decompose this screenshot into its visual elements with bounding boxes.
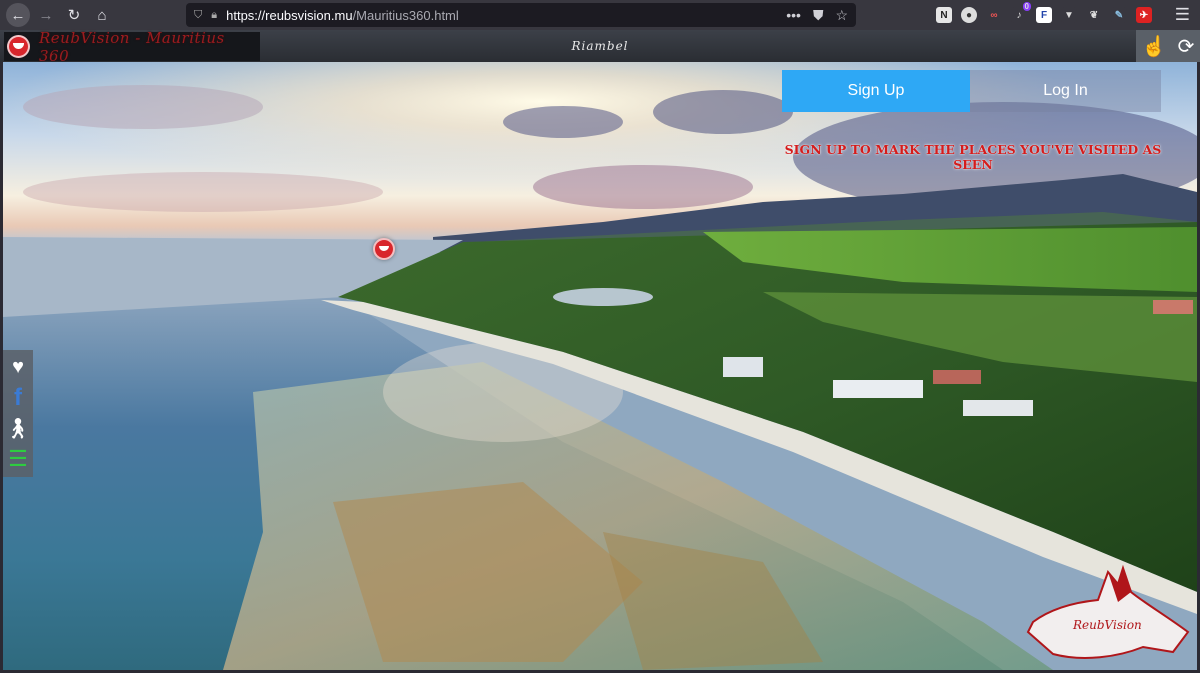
login-tab[interactable]: Log In xyxy=(970,70,1161,112)
mask-extension-icon[interactable]: ∞ xyxy=(986,7,1002,23)
shield-icon[interactable]: ⛉ xyxy=(194,9,202,22)
watermark-text: ReubVision xyxy=(1073,618,1142,632)
social-sidebar: ♥ f 🚶︎ ☰ xyxy=(3,350,33,477)
home-button[interactable]: ⌂ xyxy=(90,3,114,27)
url-path: /Mauritius360.html xyxy=(352,7,459,23)
signup-tab[interactable]: Sign Up xyxy=(782,70,970,112)
panorama-viewer[interactable]: Sign Up Log In SIGN UP TO MARK THE PLACE… xyxy=(3,62,1197,670)
facebook-icon[interactable]: f xyxy=(14,385,22,410)
signup-promo-text: SIGN UP TO MARK THE PLACES YOU'VE VISITE… xyxy=(784,142,1162,172)
location-hotspot-icon[interactable] xyxy=(373,238,395,260)
flag-extension-icon[interactable]: F xyxy=(1036,7,1052,23)
hamburger-menu-icon[interactable]: ☰ xyxy=(1175,5,1190,25)
notion-extension-icon[interactable]: N xyxy=(936,7,952,23)
extension-icons: N ● ∞ ♪ 0 F ▼ ❦ ✎ ✈ xyxy=(936,2,1152,25)
touch-hand-icon[interactable]: ☝ xyxy=(1142,34,1167,59)
leaf-extension-icon[interactable]: ❦ xyxy=(1086,7,1102,23)
header-tools: ☝ ⟳ xyxy=(1136,30,1200,62)
autoplay-icon[interactable]: ⟳ xyxy=(1178,34,1195,59)
location-title: Riambel xyxy=(571,39,629,53)
pen-extension-icon[interactable]: ✎ xyxy=(1111,7,1127,23)
notification-badge: 0 xyxy=(1022,2,1031,11)
logo-icon xyxy=(7,35,30,58)
brand-title: ReubVision - Mauritius 360 xyxy=(38,28,225,65)
lock-icon[interactable]: 🔒︎ xyxy=(211,9,217,22)
person-icon[interactable]: 🚶︎ xyxy=(5,419,30,439)
url-actions: ••• ⛊ ☆ xyxy=(786,3,848,27)
brand-block[interactable]: ReubVision - Mauritius 360 xyxy=(4,29,260,65)
vue-extension-icon[interactable]: ▼ xyxy=(1061,7,1077,23)
bell-extension-icon[interactable]: ♪ 0 xyxy=(1011,2,1031,23)
menu-icon[interactable]: ☰ xyxy=(8,448,28,470)
url-host: https://reubsvision.mu xyxy=(226,7,353,23)
bookmark-star-icon[interactable]: ☆ xyxy=(835,7,848,24)
address-bar[interactable]: ⛉ 🔒︎ https://reubsvision.mu/Mauritius360… xyxy=(186,3,856,27)
reload-button[interactable]: ↻ xyxy=(62,3,86,27)
more-actions-icon[interactable]: ••• xyxy=(786,7,801,23)
site-header: ReubVision - Mauritius 360 Riambel ☝ ⟳ xyxy=(0,29,1200,65)
auth-tabs: Sign Up Log In xyxy=(782,70,1161,112)
account-extension-icon[interactable]: ● xyxy=(961,7,977,23)
heart-icon[interactable]: ♥ xyxy=(12,357,24,377)
reubvision-watermark-logo xyxy=(1026,564,1190,659)
red-extension-icon[interactable]: ✈ xyxy=(1136,7,1152,23)
back-button[interactable]: ← xyxy=(6,3,30,27)
pocket-icon[interactable]: ⛊ xyxy=(813,7,824,24)
browser-toolbar: ← → ↻ ⌂ ⛉ 🔒︎ https://reubsvision.mu/Maur… xyxy=(0,0,1200,30)
forward-button[interactable]: → xyxy=(34,3,58,27)
